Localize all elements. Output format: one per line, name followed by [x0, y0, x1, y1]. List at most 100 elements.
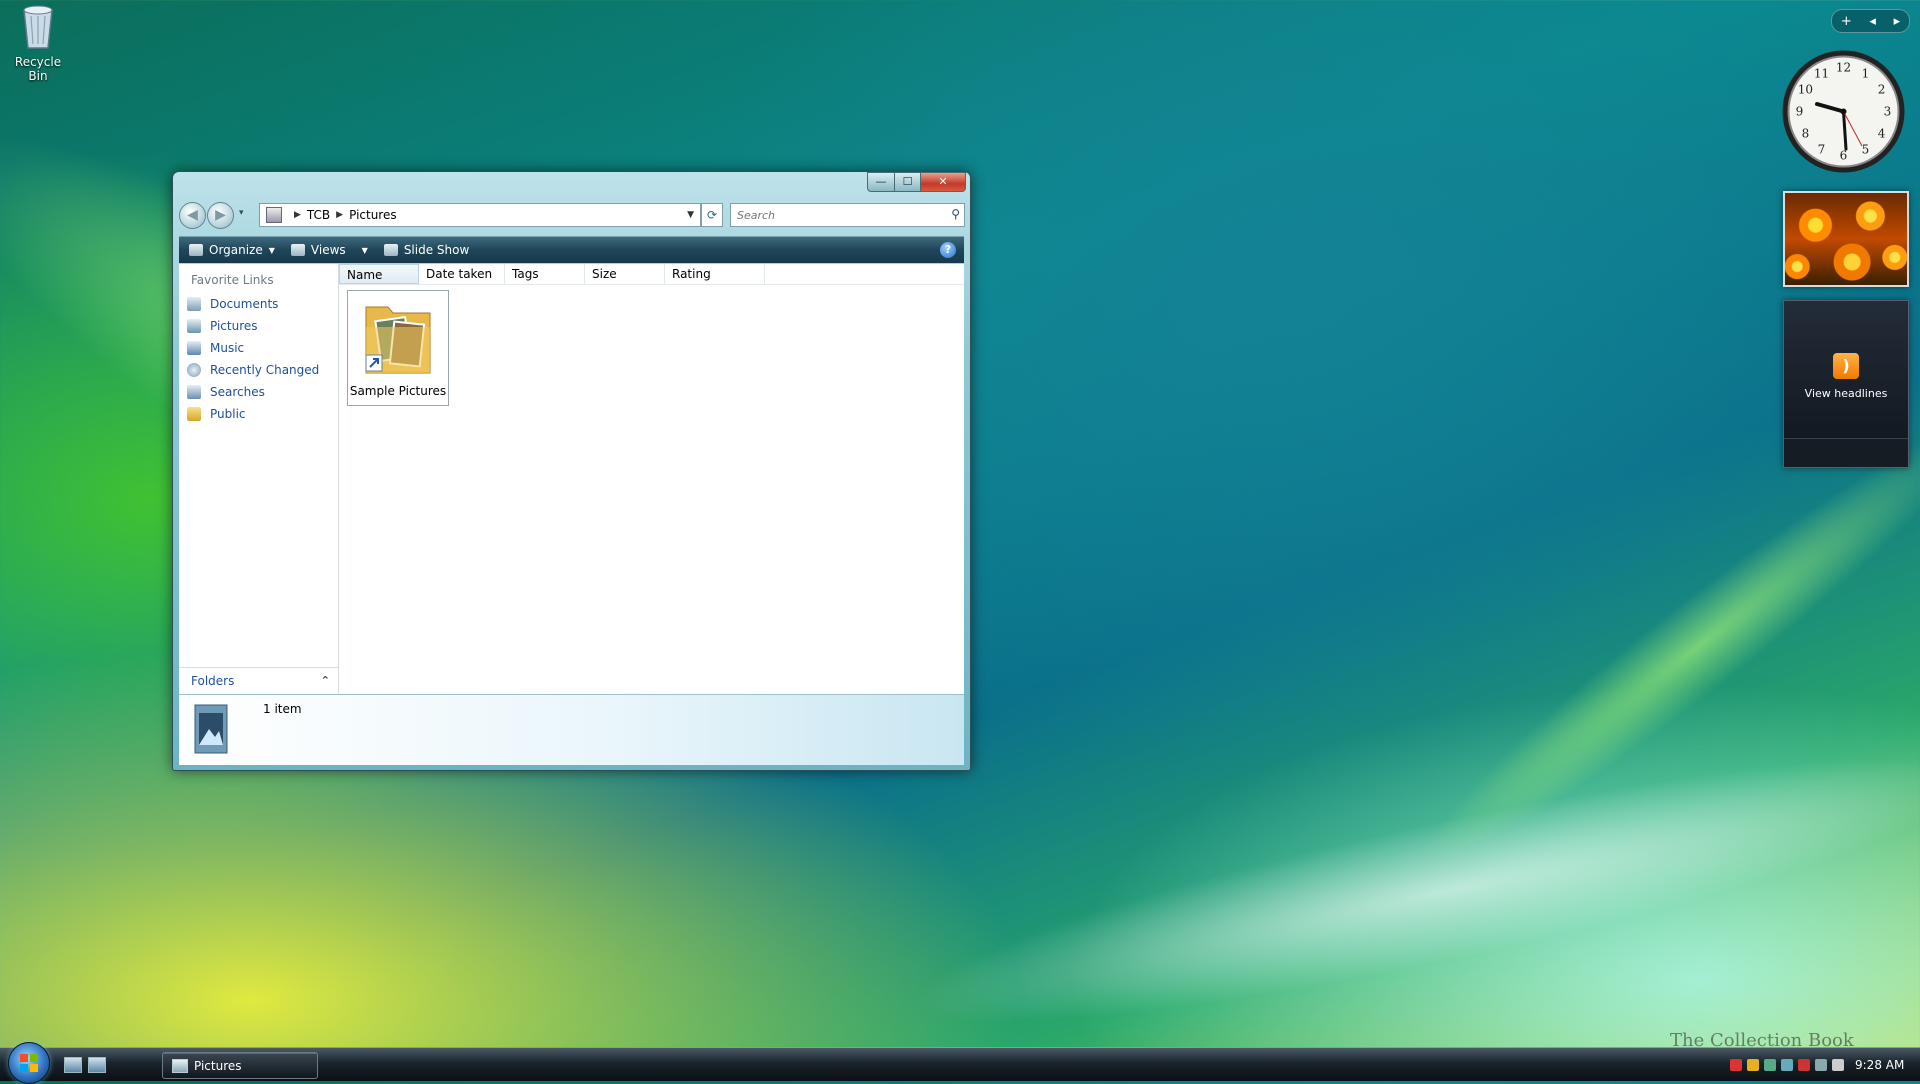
documents-icon	[187, 297, 201, 311]
slide-show-icon	[383, 244, 398, 256]
favorite-links-heading: Favorite Links	[191, 273, 274, 287]
search-icon[interactable]: ⚲	[951, 207, 960, 221]
clock-numeral: 7	[1818, 143, 1826, 157]
refresh-button[interactable]: ⟳	[701, 203, 723, 227]
add-gadget-button[interactable]: +	[1841, 14, 1852, 29]
folders-label: Folders	[191, 673, 235, 688]
column-size[interactable]: Size	[585, 264, 665, 284]
chevron-down-icon: ▼	[361, 245, 368, 255]
file-item-label: Sample Pictures	[349, 384, 447, 398]
start-button[interactable]	[8, 1042, 50, 1084]
breadcrumb-tcb[interactable]: TCB	[307, 208, 330, 222]
sample-pictures-folder-icon	[365, 306, 431, 374]
power-icon[interactable]	[1798, 1058, 1810, 1071]
taskbar-button-label: Pictures	[194, 1058, 242, 1073]
clock-numeral: 2	[1878, 83, 1886, 97]
clock-numeral: 9	[1796, 105, 1804, 119]
feed-headlines-gadget[interactable]: ) View headlines	[1783, 300, 1909, 468]
network-warning-icon[interactable]	[1730, 1058, 1742, 1071]
column-headers: Name Date taken Tags Size Rating	[339, 264, 964, 285]
details-pane: 1 item	[179, 694, 964, 765]
slide-show-button[interactable]: Slide Show	[383, 243, 469, 257]
clock-gadget[interactable]: 12 12 3 45678 9 1011	[1780, 48, 1907, 175]
search-input[interactable]	[735, 204, 934, 226]
address-row: ◀ ▶ ▾ ▶ TCB ▶ Pictures ▼ ⟳ ⚲	[179, 202, 965, 229]
search-box[interactable]: ⚲	[730, 203, 965, 227]
window-controls: — ☐ ✕	[867, 172, 966, 192]
column-tags[interactable]: Tags	[505, 264, 585, 284]
volume-icon[interactable]	[1832, 1058, 1844, 1071]
pictures-library-icon	[194, 704, 228, 754]
slideshow-gadget[interactable]	[1783, 191, 1909, 287]
nav-item-searches[interactable]: Searches	[179, 381, 338, 403]
recently-changed-icon	[187, 363, 201, 377]
column-name[interactable]: Name	[339, 264, 419, 284]
folders-toggle[interactable]: Folders ⌃	[179, 667, 338, 693]
clock-numeral: 8	[1802, 127, 1810, 141]
chevron-down-icon: ▼	[268, 245, 275, 255]
nav-item-music[interactable]: Music	[179, 337, 338, 359]
nav-item-label: Pictures	[210, 319, 258, 333]
back-button[interactable]: ◀	[179, 202, 206, 229]
tray-monitor-icon[interactable]	[1815, 1058, 1827, 1071]
views-button[interactable]: Views ▼	[290, 243, 368, 257]
organize-button[interactable]: Organize ▼	[189, 243, 275, 257]
column-date-taken[interactable]: Date taken	[419, 264, 505, 284]
explorer-window[interactable]: — ☐ ✕ ◀ ▶ ▾ ▶ TCB ▶ Pictures ▼ ⟳ ⚲ Organ…	[172, 171, 971, 771]
nav-item-documents[interactable]: Documents	[179, 293, 338, 315]
rss-icon: )	[1833, 353, 1859, 379]
breadcrumb-separator-icon[interactable]: ▶	[294, 210, 301, 220]
nav-item-label: Public	[210, 407, 246, 421]
maximize-button[interactable]: ☐	[895, 172, 921, 192]
breadcrumb-pictures[interactable]: Pictures	[349, 208, 397, 222]
organize-label: Organize	[209, 243, 263, 257]
show-desktop-icon[interactable]	[64, 1057, 82, 1073]
nav-item-label: Searches	[210, 385, 265, 399]
sidebar-controls: + ◂ ▸	[1831, 9, 1910, 33]
file-list-pane[interactable]: Name Date taken Tags Size Rating Sample …	[339, 264, 964, 694]
views-icon	[290, 244, 305, 256]
column-rating[interactable]: Rating	[665, 264, 765, 284]
breadcrumb-separator-icon[interactable]: ▶	[336, 210, 343, 220]
clock-numeral: 5	[1862, 143, 1870, 157]
clock-time[interactable]: 9:28 AM	[1855, 1058, 1904, 1072]
clock-numeral: 12	[1836, 61, 1851, 75]
help-icon[interactable]: ?	[940, 242, 956, 258]
network-icon[interactable]	[1781, 1058, 1793, 1071]
security-shield-icon[interactable]	[1747, 1058, 1759, 1071]
clock-numeral: 11	[1814, 66, 1829, 80]
switch-windows-icon[interactable]	[88, 1057, 106, 1073]
nav-item-label: Recently Changed	[210, 363, 320, 377]
taskbar-button-pictures[interactable]: Pictures	[162, 1052, 318, 1079]
next-gadgets-button[interactable]: ▸	[1894, 14, 1901, 29]
recent-pages-dropdown[interactable]: ▾	[239, 208, 244, 218]
item-count: 1 item	[263, 702, 302, 716]
nav-item-label: Documents	[210, 297, 279, 311]
clock-numeral: 3	[1884, 105, 1892, 119]
feeds-footer	[1784, 438, 1908, 467]
file-item-sample-pictures[interactable]: Sample Pictures	[347, 290, 449, 406]
close-button[interactable]: ✕	[921, 172, 966, 192]
explorer-window-icon	[172, 1058, 188, 1073]
tray-app-icon[interactable]	[1764, 1058, 1776, 1071]
music-icon	[187, 341, 201, 355]
nav-item-pictures[interactable]: Pictures	[179, 315, 338, 337]
nav-item-public[interactable]: Public	[179, 403, 338, 425]
previous-gadgets-button[interactable]: ◂	[1869, 14, 1876, 29]
minimize-button[interactable]: —	[867, 172, 895, 192]
address-bar[interactable]: ▶ TCB ▶ Pictures ▼	[259, 203, 701, 227]
clock-numeral: 6	[1840, 149, 1848, 163]
forward-button[interactable]: ▶	[207, 202, 234, 229]
recycle-bin-desktop-icon[interactable]: Recycle Bin	[4, 2, 72, 83]
nav-item-recently-changed[interactable]: Recently Changed	[179, 359, 338, 381]
view-headlines-link[interactable]: View headlines	[1784, 387, 1908, 400]
clock-numeral: 4	[1878, 127, 1886, 141]
recycle-bin-label: Recycle Bin	[14, 55, 62, 83]
public-folder-icon	[187, 407, 201, 421]
wallpaper-streak	[1396, 394, 1920, 896]
views-label: Views	[310, 243, 346, 257]
navigation-pane: Favorite Links Documents Pictures Music …	[179, 264, 339, 694]
nav-item-label: Music	[210, 341, 245, 355]
organize-icon	[189, 244, 203, 256]
address-dropdown-icon[interactable]: ▼	[687, 210, 694, 220]
